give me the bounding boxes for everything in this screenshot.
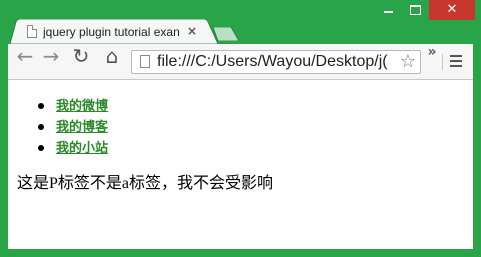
- bookmark-star-icon[interactable]: ☆: [398, 51, 418, 73]
- window-controls: ✕: [375, 0, 475, 20]
- minimize-button[interactable]: [375, 0, 402, 20]
- link-weibo[interactable]: 我的微博: [56, 98, 108, 113]
- close-icon: ✕: [446, 2, 458, 17]
- page-viewport: 我的微博 我的博客 我的小站 这是P标签不是a标签，我不会受影响: [8, 80, 473, 249]
- forward-arrow-icon[interactable]: →: [40, 44, 62, 80]
- address-bar[interactable]: file:///C:/Users/Wayou/Desktop/j( ☆: [131, 50, 421, 74]
- browser-window: ✕ jquery plugin tutorial exan × ← → ↻ ⌂ …: [0, 0, 481, 257]
- list-item: 我的小站: [38, 140, 108, 161]
- home-icon[interactable]: ⌂: [100, 44, 124, 80]
- browser-toolbar: ← → ↻ ⌂ file:///C:/Users/Wayou/Desktop/j…: [8, 44, 473, 80]
- back-arrow-icon[interactable]: ←: [14, 44, 36, 80]
- link-blog[interactable]: 我的博客: [56, 119, 108, 134]
- link-list: 我的微博 我的博客 我的小站: [8, 98, 108, 161]
- tab-title: jquery plugin tutorial exan: [43, 25, 180, 39]
- bullet-icon: [38, 103, 44, 109]
- toolbar-divider: [442, 54, 443, 70]
- list-item: 我的博客: [38, 119, 108, 140]
- paragraph-text: 这是P标签不是a标签，我不会受影响: [17, 175, 274, 192]
- close-window-button[interactable]: ✕: [429, 0, 475, 20]
- maximize-button[interactable]: [402, 0, 429, 20]
- bullet-icon: [38, 124, 44, 130]
- page-icon: [27, 25, 37, 38]
- menu-hamburger-icon[interactable]: [449, 55, 463, 69]
- reload-icon[interactable]: ↻: [69, 44, 93, 80]
- link-site[interactable]: 我的小站: [56, 140, 108, 155]
- bullet-icon: [38, 145, 44, 151]
- list-item: 我的微博: [38, 98, 108, 119]
- page-icon: [140, 55, 150, 68]
- tab-close-icon[interactable]: ×: [186, 23, 198, 39]
- url-text[interactable]: file:///C:/Users/Wayou/Desktop/j(: [157, 51, 397, 73]
- extensions-overflow-icon[interactable]: »: [425, 44, 439, 80]
- new-tab-button[interactable]: [213, 27, 239, 41]
